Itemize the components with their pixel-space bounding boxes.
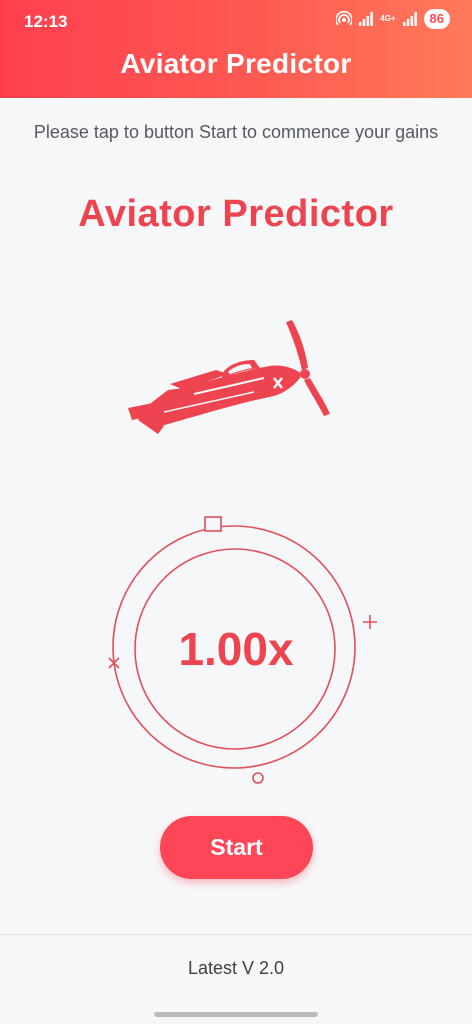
signal-icon [402,12,417,26]
status-time: 12:13 [24,12,68,31]
app-title: Aviator Predictor [120,48,352,79]
footer-divider [0,934,472,935]
plus-marker-icon [363,615,377,629]
start-button[interactable]: Start [160,816,313,879]
headline-title: Aviator Predictor [78,193,394,235]
status-bar: 12:13 4G+ 86 [0,0,472,42]
circle-marker-icon [252,772,264,784]
home-indicator[interactable] [154,1012,318,1017]
multiplier-value: 1.00x [178,623,294,675]
battery-icon: 86 [423,9,450,29]
network-type-label: 4G+ [380,14,396,23]
instructions-text: Please tap to button Start to commence y… [33,122,439,142]
signal-icon [359,12,374,26]
square-marker-icon [204,516,222,532]
status-icons: 4G+ 86 [336,9,450,29]
hotspot-icon [336,11,353,26]
app-header: 12:13 4G+ 86 Aviator Predictor [0,0,472,98]
version-label: Latest V 2.0 [187,958,285,978]
airplane-icon [128,320,330,434]
